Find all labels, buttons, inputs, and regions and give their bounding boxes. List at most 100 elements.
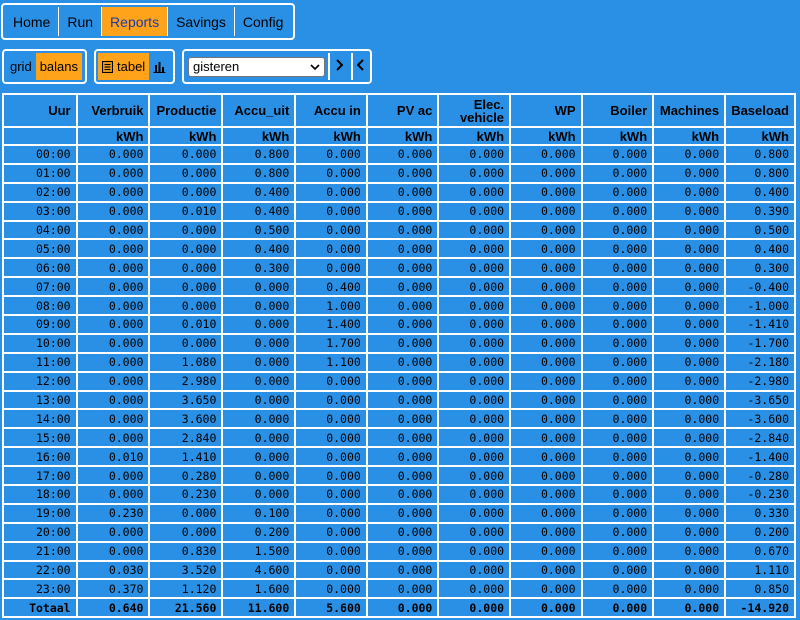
- hour-cell: 02:00: [2, 181, 78, 203]
- value-cell: 0.000: [580, 540, 655, 562]
- prev-period-button[interactable]: [350, 53, 370, 80]
- value-cell: 2.840: [148, 427, 224, 449]
- value-cell: 0.000: [75, 238, 151, 260]
- value-cell: 0.200: [724, 521, 796, 543]
- value-cell: 4.600: [221, 559, 297, 581]
- period-dropdown[interactable]: gisteren: [188, 56, 326, 77]
- value-cell: -0.400: [724, 276, 796, 298]
- value-cell: 0.000: [509, 446, 583, 468]
- value-cell: 0.000: [509, 351, 583, 373]
- value-cell: 0.000: [148, 521, 224, 543]
- value-cell: 0.000: [294, 446, 368, 468]
- value-cell: 0.000: [652, 295, 727, 317]
- value-cell: 0.000: [221, 427, 297, 449]
- table-body: 00:00 0.000 0.000 0.800 0.000 0.000 0.000 0.000…: [2, 144, 796, 600]
- table-row: 17:00 0.000 0.280 0.000 0.000 0.000 0.000 0.000…: [2, 465, 796, 487]
- table-row: 03:00 0.000 0.010 0.400 0.000 0.000 0.000 0.000…: [2, 200, 796, 222]
- value-cell: 0.000: [148, 257, 224, 279]
- tabel-option[interactable]: tabel: [98, 53, 150, 80]
- value-cell: 0.000: [652, 559, 727, 581]
- unit-cell: kWh: [509, 126, 583, 146]
- nav-config[interactable]: Config: [235, 7, 291, 36]
- col-header-accu-uit: Accu_uit: [221, 93, 297, 128]
- col-header-wp: WP: [509, 93, 583, 128]
- value-cell: -3.650: [724, 389, 796, 411]
- hour-cell: 22:00: [2, 559, 78, 581]
- value-cell: 0.000: [75, 144, 151, 165]
- hour-cell: 08:00: [2, 295, 78, 317]
- hour-cell: 14:00: [2, 408, 78, 430]
- next-period-button[interactable]: [328, 53, 347, 80]
- value-cell: 0.000: [580, 578, 655, 600]
- value-cell: 0.000: [294, 540, 368, 562]
- value-cell: 0.000: [652, 200, 727, 222]
- value-cell: 0.000: [365, 162, 440, 184]
- grid-option[interactable]: grid: [6, 53, 36, 80]
- value-cell: 0.000: [294, 502, 368, 524]
- value-cell: 1.410: [148, 446, 224, 468]
- nav-run[interactable]: Run: [59, 7, 103, 36]
- view-toggle: tabel: [94, 49, 175, 84]
- value-cell: 0.000: [365, 484, 440, 505]
- value-cell: -2.980: [724, 370, 796, 392]
- value-cell: 0.670: [724, 540, 796, 562]
- value-cell: 0.280: [148, 465, 224, 487]
- value-cell: 0.000: [509, 219, 583, 241]
- value-cell: 0.000: [75, 162, 151, 184]
- nav-home[interactable]: Home: [5, 7, 60, 36]
- value-cell: 1.700: [294, 332, 368, 354]
- hour-cell: 00:00: [2, 144, 78, 165]
- hour-cell: 18:00: [2, 484, 78, 505]
- value-cell: 0.800: [221, 144, 297, 165]
- value-cell: 0.000: [652, 578, 727, 600]
- unit-cell: kWh: [724, 126, 796, 146]
- value-cell: 0.000: [148, 295, 224, 317]
- period-value: gisteren: [193, 59, 240, 74]
- unit-cell: kWh: [75, 126, 151, 146]
- value-cell: 0.000: [652, 162, 727, 184]
- chart-option[interactable]: [149, 53, 170, 80]
- value-cell: 0.330: [724, 502, 796, 524]
- value-cell: 0.000: [365, 465, 440, 487]
- value-cell: 0.000: [365, 578, 440, 600]
- value-cell: 0.000: [437, 219, 512, 241]
- value-cell: 0.000: [509, 540, 583, 562]
- nav-reports[interactable]: Reports: [102, 7, 169, 36]
- value-cell: 0.000: [580, 219, 655, 241]
- value-cell: 0.000: [652, 351, 727, 373]
- value-cell: 0.000: [294, 578, 368, 600]
- value-cell: 0.000: [652, 427, 727, 449]
- value-cell: 0.000: [365, 427, 440, 449]
- total-cell: 0.000: [365, 597, 440, 619]
- value-cell: 0.000: [148, 219, 224, 241]
- main-nav: Home Run Reports Savings Config: [1, 3, 296, 40]
- value-cell: 0.000: [437, 162, 512, 184]
- value-cell: 0.000: [509, 521, 583, 543]
- col-header-accu-in: Accu in: [294, 93, 368, 128]
- value-cell: 0.000: [437, 314, 512, 335]
- value-cell: -2.180: [724, 351, 796, 373]
- value-cell: 0.000: [437, 295, 512, 317]
- value-cell: 0.000: [365, 276, 440, 298]
- total-cell: 11.600: [221, 597, 297, 619]
- value-cell: 0.000: [294, 427, 368, 449]
- value-cell: 0.010: [148, 314, 224, 335]
- nav-savings[interactable]: Savings: [168, 7, 235, 36]
- value-cell: 1.120: [148, 578, 224, 600]
- value-cell: 0.000: [509, 162, 583, 184]
- value-cell: 0.800: [221, 162, 297, 184]
- value-cell: 0.000: [365, 502, 440, 524]
- value-cell: 0.000: [365, 200, 440, 222]
- table-row: 12:00 0.000 2.980 0.000 0.000 0.000 0.000 0.000…: [2, 370, 796, 392]
- table-row: 08:00 0.000 0.000 0.000 1.000 0.000 0.000 0.000…: [2, 295, 796, 317]
- source-toggle: grid balans: [2, 49, 87, 84]
- unit-cell: kWh: [365, 126, 440, 146]
- value-cell: 0.000: [509, 484, 583, 505]
- balans-option[interactable]: balans: [35, 53, 82, 80]
- table-row: 20:00 0.000 0.000 0.200 0.000 0.000 0.000 0.000…: [2, 521, 796, 543]
- tabel-label: tabel: [117, 59, 146, 74]
- value-cell: 0.000: [221, 484, 297, 505]
- value-cell: 0.000: [148, 181, 224, 203]
- hour-cell: 04:00: [2, 219, 78, 241]
- value-cell: 0.400: [221, 200, 297, 222]
